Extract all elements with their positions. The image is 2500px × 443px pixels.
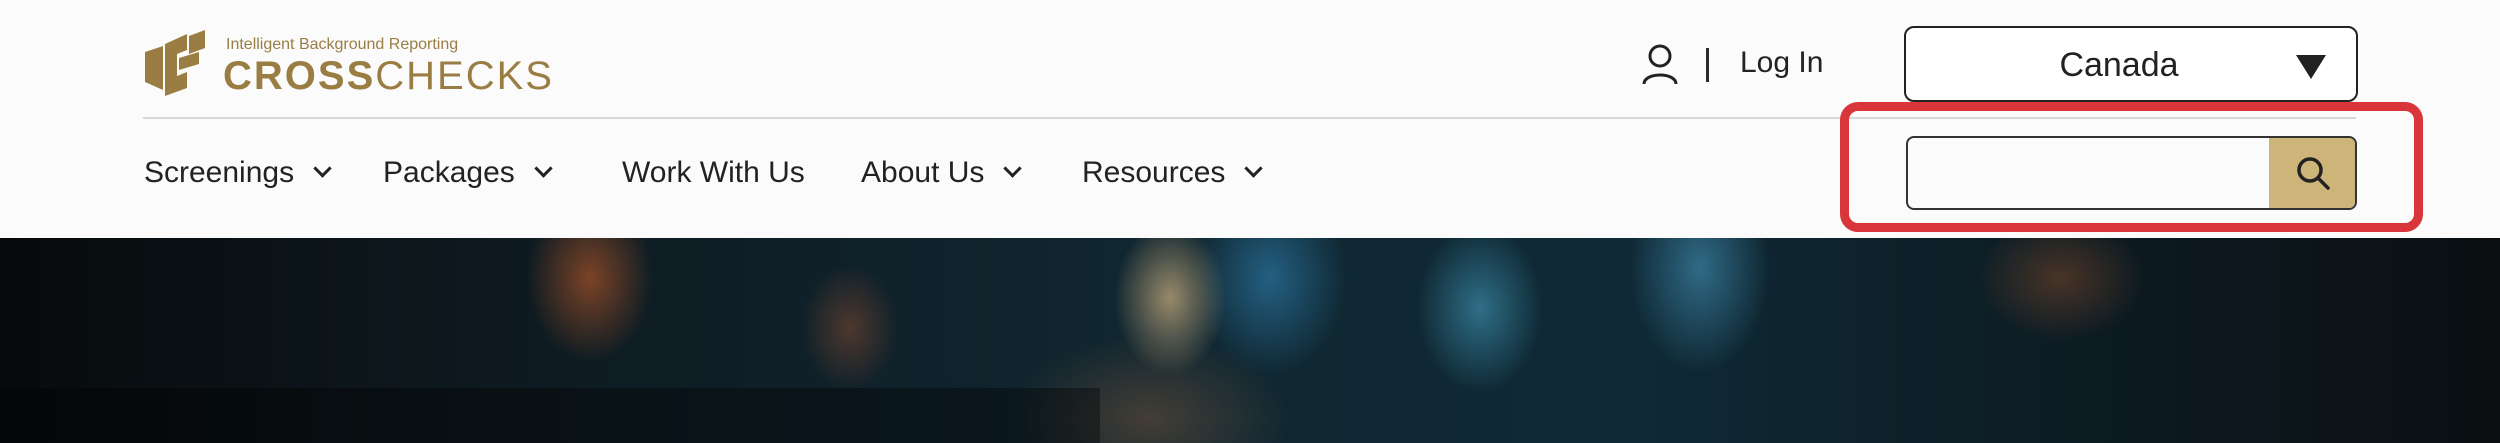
logo-mark-icon <box>145 30 205 96</box>
logo-word-light: CHECKS <box>375 54 554 98</box>
nav-item-label: Resources <box>1082 156 1226 189</box>
nav-item-work-with-us[interactable]: Work With Us <box>622 156 805 196</box>
search-input[interactable] <box>1908 138 2268 208</box>
hero-image <box>0 238 2500 443</box>
hero-shade <box>0 388 1100 443</box>
country-select-value: Canada <box>2059 46 2179 84</box>
crosschecks-logo[interactable]: Intelligent Background Reporting CROSSCH… <box>143 28 603 98</box>
chevron-down-icon <box>313 159 332 178</box>
page: Intelligent Background Reporting CROSSCH… <box>0 0 2500 443</box>
search-button[interactable] <box>2269 138 2355 208</box>
country-select[interactable]: Canada <box>1904 26 2358 102</box>
nav-item-label: Work With Us <box>622 156 805 189</box>
triangle-down-icon <box>2296 55 2326 79</box>
nav-item-packages[interactable]: Packages <box>383 156 553 196</box>
search-icon <box>2297 157 2330 190</box>
login-link[interactable]: Log In <box>1740 46 1823 80</box>
site-header: Intelligent Background Reporting CROSSCH… <box>0 0 2500 238</box>
nav-item-screenings[interactable]: Screenings <box>144 156 332 196</box>
chevron-down-icon <box>1244 159 1264 178</box>
nav-item-label: About Us <box>861 156 985 189</box>
user-icon[interactable] <box>1641 44 1679 86</box>
nav-item-resources[interactable]: Resources <box>1082 156 1264 196</box>
chevron-down-icon <box>1003 159 1023 178</box>
nav-item-about-us[interactable]: About Us <box>861 156 1023 196</box>
logo-wordmark: CROSSCHECKS <box>223 54 554 98</box>
chevron-down-icon <box>534 159 553 178</box>
login-divider <box>1706 48 1709 82</box>
logo-tagline: Intelligent Background Reporting <box>226 36 459 53</box>
logo-word-bold: CROSS <box>223 54 376 98</box>
search-form <box>1906 136 2357 210</box>
nav-item-label: Packages <box>383 156 515 189</box>
nav-item-label: Screenings <box>144 156 295 189</box>
